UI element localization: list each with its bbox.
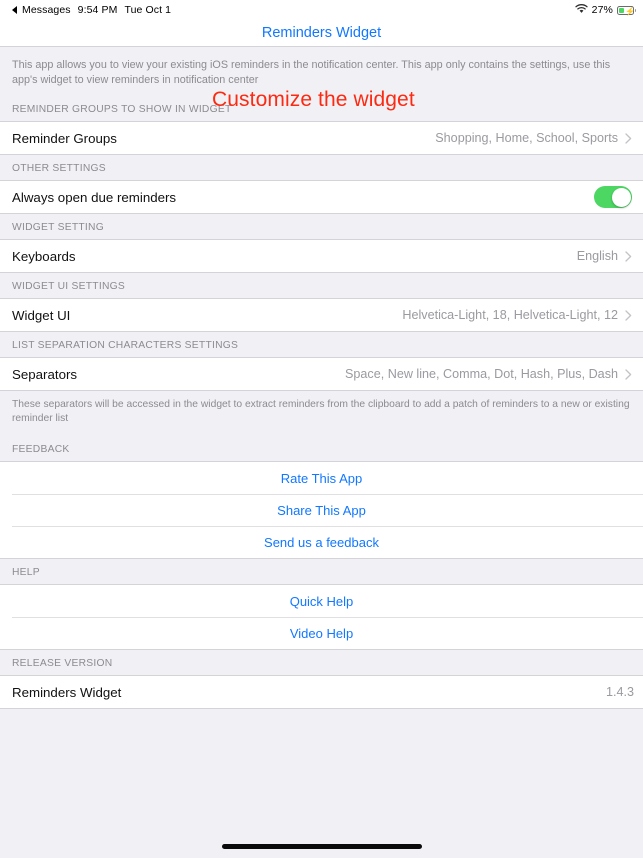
chevron-right-icon bbox=[623, 368, 634, 380]
link-label-send-us-a-feedback: Send us a feedback bbox=[264, 534, 379, 550]
section-header-release-version: RELEASE VERSION bbox=[12, 658, 113, 669]
toggle-always-open-due-reminders[interactable] bbox=[594, 186, 632, 208]
section-header-feedback: FEEDBACK bbox=[12, 444, 70, 455]
group-reminder-groups: Reminder Groups Shopping, Home, School, … bbox=[0, 121, 643, 155]
link-label-rate-this-app: Rate This App bbox=[280, 470, 363, 486]
home-indicator[interactable] bbox=[221, 844, 422, 849]
section-header-other-settings: OTHER SETTINGS bbox=[12, 163, 106, 174]
button-quick-help[interactable]: Quick Help bbox=[0, 585, 643, 617]
back-arrow-icon[interactable] bbox=[12, 6, 17, 14]
section-header-widget-setting: WIDGET SETTING bbox=[12, 222, 104, 233]
button-send-us-a-feedback[interactable]: Send us a feedback bbox=[0, 526, 643, 558]
app-screen: Messages 9:54 PM Tue Oct 1 27% ⚡ Reminde… bbox=[0, 0, 643, 858]
row-detail-widget-ui: Helvetica-Light, 18, Helvetica-Light, 12 bbox=[402, 308, 618, 322]
row-label-keyboards: Keyboards bbox=[12, 248, 76, 264]
status-bar-left: Messages 9:54 PM Tue Oct 1 bbox=[12, 4, 171, 16]
page-title: Reminders Widget bbox=[261, 25, 382, 41]
row-reminder-groups[interactable]: Reminder Groups Shopping, Home, School, … bbox=[0, 122, 643, 154]
row-label-separators: Separators bbox=[12, 366, 78, 382]
row-detail-reminder-groups: Shopping, Home, School, Sports bbox=[435, 131, 618, 145]
link-label-share-this-app: Share This App bbox=[277, 502, 366, 518]
link-label-video-help: Video Help bbox=[289, 625, 354, 641]
annotation-customize-the-widget: Customize the widget bbox=[212, 88, 415, 111]
row-keyboards[interactable]: Keyboards English bbox=[0, 240, 643, 272]
row-label-always-open-due-reminders: Always open due reminders bbox=[12, 189, 177, 205]
row-label-widget-ui: Widget UI bbox=[12, 307, 71, 323]
group-widget-ui-settings: Widget UI Helvetica-Light, 18, Helvetica… bbox=[0, 298, 643, 332]
group-release-version: Reminders Widget 1.4.3 bbox=[0, 675, 643, 709]
status-bar-date: Tue Oct 1 bbox=[124, 4, 172, 16]
button-video-help[interactable]: Video Help bbox=[0, 617, 643, 649]
row-release-version: Reminders Widget 1.4.3 bbox=[0, 676, 643, 708]
row-widget-ui[interactable]: Widget UI Helvetica-Light, 18, Helvetica… bbox=[0, 299, 643, 331]
status-bar: Messages 9:54 PM Tue Oct 1 27% ⚡ bbox=[0, 0, 643, 20]
section-header-help: HELP bbox=[12, 567, 40, 578]
group-help: Quick Help Video Help bbox=[0, 584, 643, 650]
wifi-icon bbox=[575, 3, 588, 17]
row-detail-separators: Space, New line, Comma, Dot, Hash, Plus,… bbox=[345, 367, 618, 381]
section-header-list-separation: LIST SEPARATION CHARACTERS SETTINGS bbox=[12, 340, 239, 351]
settings-scroll-area: This app allows you to view your existin… bbox=[0, 47, 643, 709]
chevron-right-icon bbox=[623, 309, 634, 321]
battery-percent-label: 27% bbox=[591, 4, 613, 16]
group-widget-setting: Keyboards English bbox=[0, 239, 643, 273]
chevron-right-icon bbox=[623, 132, 634, 144]
status-bar-time: 9:54 PM bbox=[77, 4, 118, 16]
navigation-bar: Reminders Widget bbox=[0, 20, 643, 47]
toggle-knob bbox=[611, 187, 631, 207]
status-bar-back-app[interactable]: Messages bbox=[22, 4, 71, 16]
row-detail-release-version: 1.4.3 bbox=[605, 685, 634, 699]
button-share-this-app[interactable]: Share This App bbox=[0, 494, 643, 526]
group-list-separation: Separators Space, New line, Comma, Dot, … bbox=[0, 357, 643, 391]
section-header-widget-ui-settings: WIDGET UI SETTINGS bbox=[12, 281, 126, 292]
link-label-quick-help: Quick Help bbox=[289, 593, 354, 609]
chevron-right-icon bbox=[623, 250, 634, 262]
battery-charging-icon: ⚡ bbox=[617, 5, 636, 16]
status-bar-right: 27% ⚡ bbox=[575, 3, 636, 17]
group-other-settings: Always open due reminders bbox=[0, 180, 643, 214]
group-feedback: Rate This App Share This App Send us a f… bbox=[0, 461, 643, 559]
row-label-reminder-groups: Reminder Groups bbox=[12, 130, 117, 146]
row-detail-keyboards: English bbox=[576, 249, 618, 263]
section-footer-list-separation: These separators will be accessed in the… bbox=[12, 399, 630, 424]
row-separators[interactable]: Separators Space, New line, Comma, Dot, … bbox=[0, 358, 643, 390]
button-rate-this-app[interactable]: Rate This App bbox=[0, 462, 643, 494]
row-label-release-version: Reminders Widget bbox=[12, 684, 122, 700]
row-always-open-due-reminders[interactable]: Always open due reminders bbox=[0, 181, 643, 213]
